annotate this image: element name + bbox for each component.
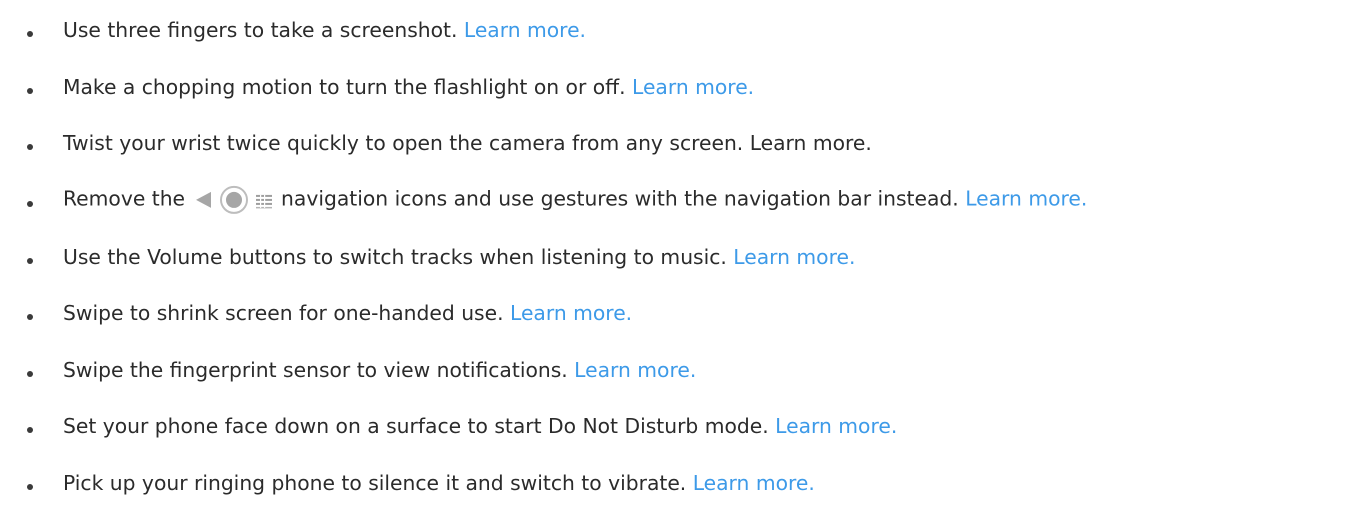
- list-item-text: Pick up your ringing phone to silence it…: [63, 473, 815, 493]
- home-icon: [220, 185, 249, 214]
- list-item: Set your phone face down on a surface to…: [0, 400, 1345, 457]
- back-icon: [196, 191, 212, 208]
- learn-more-link[interactable]: Learn more.: [775, 415, 897, 439]
- list-item: Twist your wrist twice quickly to open t…: [0, 117, 1345, 174]
- bullet: [27, 201, 33, 208]
- list-item: Pick up your ringing phone to silence it…: [0, 457, 1345, 513]
- bullet: [27, 144, 33, 151]
- list-item-text: Use three fingers to take a screenshot. …: [63, 18, 586, 43]
- bullet: [27, 484, 33, 491]
- list-item-text: Twist your wrist twice quickly to open t…: [63, 134, 872, 154]
- learn-more-link[interactable]: Learn more.: [464, 19, 586, 43]
- list-item-text: Make a chopping motion to turn the flash…: [63, 77, 754, 97]
- learn-more-link[interactable]: Learn more.: [510, 301, 632, 325]
- gesture-tips-list: Use three fingers to take a screenshot. …: [0, 4, 1345, 513]
- bullet: [27, 314, 33, 321]
- list-item-text: Swipe the fingerprint sensor to view not…: [63, 360, 696, 380]
- item-text: Make a chopping motion to turn the flash…: [63, 75, 633, 100]
- bullet: [27, 370, 33, 377]
- item-text: Swipe to shrink screen for one-handed us…: [63, 301, 510, 326]
- list-item: Swipe the fingerprint sensor to view not…: [0, 344, 1345, 401]
- item-text: Set your phone face down on a surface to…: [63, 414, 776, 439]
- list-item: Make a chopping motion to turn the flash…: [0, 61, 1345, 118]
- item-text: Use three fingers to take a screenshot.: [63, 18, 464, 43]
- learn-more-link[interactable]: Learn more.: [965, 186, 1087, 210]
- bullet: [27, 31, 33, 38]
- bullet: [27, 427, 33, 434]
- list-item: Use three fingers to take a screenshot. …: [0, 4, 1345, 61]
- learn-more-link[interactable]: Learn more.: [574, 358, 696, 382]
- item-text-continued: navigation icons and use gestures with t…: [281, 186, 966, 211]
- item-text: Remove the: [63, 186, 186, 211]
- list-item: Use the Volume buttons to switch tracks …: [0, 230, 1345, 287]
- item-text: Pick up your ringing phone to silence it…: [63, 471, 693, 496]
- navigation-icons: [191, 185, 275, 214]
- bullet: [27, 257, 33, 264]
- list-item-text: Remove the navigation icons and use gestu…: [63, 185, 1087, 214]
- learn-more-link[interactable]: Learn more.: [693, 471, 815, 495]
- learn-more-link[interactable]: Learn more.: [733, 245, 855, 269]
- list-item-text: Swipe to shrink screen for one-handed us…: [63, 303, 632, 323]
- list-item: Swipe to shrink screen for one-handed us…: [0, 287, 1345, 344]
- item-text: Use the Volume buttons to switch tracks …: [63, 244, 734, 269]
- list-item: Remove the navigation icons and use gestu…: [0, 174, 1345, 231]
- item-text: Twist your wrist twice quickly to open t…: [63, 131, 750, 156]
- bullet: [27, 87, 33, 94]
- learn-more-text: Learn more.: [749, 131, 872, 156]
- recents-icon: [256, 194, 273, 209]
- list-item-text: Set your phone face down on a surface to…: [63, 417, 897, 437]
- learn-more-link[interactable]: Learn more.: [632, 75, 754, 99]
- item-text: Swipe the fingerprint sensor to view not…: [63, 358, 575, 383]
- list-item-text: Use the Volume buttons to switch tracks …: [63, 247, 855, 267]
